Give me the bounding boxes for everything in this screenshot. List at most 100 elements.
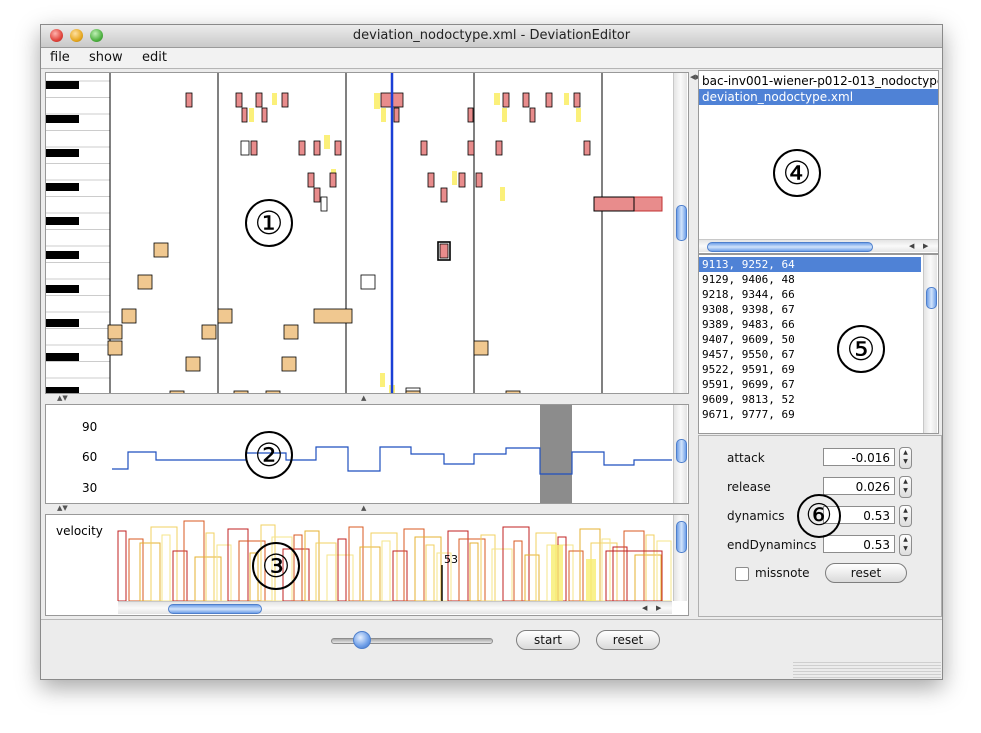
file-list: bac-inv001-wiener-p012-013_nodoctype.xml… [699,73,938,105]
note-list-item[interactable]: 9522, 9591, 69 [699,362,921,377]
transport-reset-button[interactable]: reset [596,630,660,650]
release-stepper[interactable]: ▲ ▼ [899,476,912,498]
note-list-item[interactable]: 9129, 9406, 48 [699,272,921,287]
note-list-item[interactable]: 9389, 9483, 66 [699,317,921,332]
dynamics-stepper[interactable]: ▲ ▼ [899,505,912,527]
velocity-bar [216,544,232,601]
note-low [473,340,489,356]
note-red [458,172,466,188]
note-red [313,187,321,203]
ghost-note [494,93,500,105]
param-reset-button[interactable]: reset [825,563,907,583]
end-dynamics-stepper[interactable]: ▲ ▼ [899,534,912,556]
ghost-note [576,108,581,122]
piano-roll-vscroll[interactable] [673,73,687,393]
note-red [235,92,243,108]
note-red [475,172,483,188]
missnote-checkbox[interactable] [735,567,749,581]
piano-roll-vscroll-thumb[interactable] [676,205,687,241]
keyboard-black-key [46,319,79,327]
tempo-panel: 90 60 30 ② [45,404,689,504]
ghost-note [380,373,385,387]
note-list-item[interactable]: 9591, 9699, 67 [699,377,921,392]
note-red [307,172,315,188]
note-list-item[interactable]: 9609, 9813, 52 [699,392,921,407]
title-bar: deviation_nodoctype.xml - DeviationEdito… [41,25,942,48]
tempo-vscroll-thumb[interactable] [676,439,687,463]
note-red [329,172,337,188]
attack-field[interactable]: -0.016 [823,448,895,466]
velocity-bar [392,550,408,601]
tempo-curve-line [112,446,672,475]
note-red [529,107,536,123]
note-low [153,242,169,258]
parameter-panel: attack -0.016 ▲ ▼ release 0.026 ▲ ▼ dynami… [698,435,942,617]
annotation-6: ⑥ [797,494,841,538]
file-list-hscroll[interactable]: ◀ ▶ [699,239,938,252]
velocity-bar [381,540,391,601]
file-list-hscroll-thumb[interactable] [707,242,873,252]
velocity-vscroll-thumb[interactable] [676,521,687,553]
ghost-note [500,187,505,201]
note-list-item-selected[interactable]: 9113, 9252, 64 [699,257,921,272]
menu-edit[interactable]: edit [142,48,167,68]
file-hscroll-left-arrow[interactable]: ◀ [909,242,914,250]
velocity-canvas[interactable]: velocity 53 [46,515,672,601]
annotation-1: ① [245,199,293,247]
note-low [137,274,153,290]
hscroll-right-arrow[interactable]: ▶ [656,604,661,612]
note-list-item[interactable]: 9308, 9398, 67 [699,302,921,317]
playback-slider-thumb[interactable] [353,631,371,649]
note-low [233,390,249,393]
tempo-vscroll[interactable] [673,405,687,503]
split-divider-1-handle[interactable]: ▲ [361,394,366,402]
velocity-hscroll-thumb[interactable] [168,604,262,614]
note-red [583,140,591,156]
ghost-note [272,93,277,105]
velocity-bar [524,554,540,601]
ghost-note [249,108,254,122]
note-red-long [593,196,663,212]
app-window: deviation_nodoctype.xml - DeviationEdito… [40,24,943,680]
note-red [440,187,448,203]
attack-stepper[interactable]: ▲ ▼ [899,447,912,469]
ghost-note [374,93,380,109]
file-list-item-selected[interactable]: deviation_nodoctype.xml [699,89,938,105]
transport-bar: start reset [41,619,942,679]
note-low [281,356,297,372]
velocity-bar [161,534,171,601]
note-list-item[interactable]: 9457, 9550, 67 [699,347,921,362]
note-list-vscroll[interactable] [923,255,937,433]
menu-show[interactable]: show [89,48,123,68]
menu-file[interactable]: file [50,48,70,68]
tempo-curve-canvas[interactable]: 90 60 30 [46,405,672,503]
velocity-ghost-bar [586,559,596,601]
split-divider-1[interactable]: ▲▼ [57,394,68,402]
split-divider-2[interactable]: ▲▼ [57,504,68,512]
note-red [545,92,553,108]
note-low [405,390,421,393]
velocity-hscroll[interactable]: ◀ ▶ [118,601,672,614]
note-list-item[interactable]: 9407, 9609, 50 [699,332,921,347]
file-list-item[interactable]: bac-inv001-wiener-p012-013_nodoctype.xml [699,73,938,89]
tempo-tick-30: 30 [82,481,97,495]
note-red [502,92,510,108]
piano-roll-panel: ① [45,72,689,394]
velocity-bar [304,530,320,601]
velocity-ghost-bar [551,545,563,601]
piano-roll-canvas[interactable] [46,73,672,393]
note-red [261,107,268,123]
hscroll-left-arrow[interactable]: ◀ [642,604,647,612]
note-low [107,324,123,340]
velocity-vscroll[interactable] [673,515,687,601]
start-button[interactable]: start [516,630,580,650]
note-list-vscroll-thumb[interactable] [926,287,937,309]
note-list-item[interactable]: 9218, 9344, 66 [699,287,921,302]
velocity-bar [205,532,215,601]
file-hscroll-right-arrow[interactable]: ▶ [923,242,928,250]
resize-grip[interactable] [793,660,941,678]
release-field[interactable]: 0.026 [823,477,895,495]
end-dynamics-field[interactable]: 0.53 [823,535,895,553]
note-list-item[interactable]: 9671, 9777, 69 [699,407,921,422]
split-divider-2-handle[interactable]: ▲ [361,504,366,512]
